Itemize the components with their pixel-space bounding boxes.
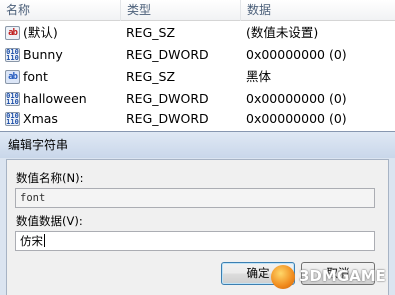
value-name-label: 数值名称(N):	[16, 171, 84, 185]
dialog-title[interactable]: 编辑字符串	[0, 132, 395, 158]
value-type: REG_SZ	[126, 25, 176, 40]
column-header-data[interactable]: 数据	[241, 0, 395, 21]
binary-value-icon: 010 110	[5, 112, 20, 126]
value-data: 黑体	[246, 69, 272, 84]
value-data: 0x00000000 (0)	[246, 47, 347, 62]
value-data-input[interactable]: 仿宋	[15, 231, 375, 251]
value-type: REG_DWORD	[126, 111, 209, 126]
list-item[interactable]: ab (默认) REG_SZ (数值未设置)	[0, 22, 395, 44]
value-name: halloween	[23, 91, 87, 106]
edit-string-dialog: 编辑字符串 数值名称(N): font 数值数据(V): 仿宋 确定 取消	[0, 131, 395, 295]
string-value-icon: ab	[5, 70, 20, 84]
list-item[interactable]: ab font REG_SZ 黑体	[0, 66, 395, 88]
list-item[interactable]: 010 110 halloween REG_DWORD 0x00000000 (0…	[0, 88, 395, 110]
value-type: REG_DWORD	[126, 91, 209, 106]
text-caret	[44, 234, 45, 247]
value-name-field[interactable]: font	[15, 188, 375, 208]
string-value-icon: ab	[5, 26, 20, 40]
value-name: (默认)	[23, 25, 58, 40]
value-data-label: 数值数据(V):	[16, 214, 83, 228]
cancel-button[interactable]: 取消	[301, 262, 375, 285]
value-data-text: 仿宋	[20, 234, 43, 248]
ok-button[interactable]: 确定	[221, 262, 295, 285]
dialog-body: 数值名称(N): font 数值数据(V): 仿宋 确定 取消	[6, 159, 389, 295]
value-type: REG_DWORD	[126, 47, 209, 62]
registry-value-list[interactable]: 名称 类型 数据 ab (默认) REG_SZ (数值未设置) 010 110 B…	[0, 0, 395, 130]
value-type: REG_SZ	[126, 69, 176, 84]
value-data: 0x00000000 (0)	[246, 91, 347, 106]
binary-value-icon: 010 110	[5, 48, 20, 62]
value-name: font	[23, 69, 48, 84]
value-name: Bunny	[23, 47, 63, 62]
column-header-name[interactable]: 名称	[0, 0, 121, 21]
column-header-type[interactable]: 类型	[121, 0, 241, 21]
value-data: (数值未设置)	[246, 25, 319, 40]
list-header: 名称 类型 数据	[0, 0, 395, 21]
list-item[interactable]: 010 110 Bunny REG_DWORD 0x00000000 (0)	[0, 44, 395, 66]
binary-value-icon: 010 110	[5, 92, 20, 106]
value-name: Xmas	[23, 111, 58, 126]
value-data: 0x00000000 (0)	[246, 111, 347, 126]
list-item[interactable]: 010 110 Xmas REG_DWORD 0x00000000 (0)	[0, 108, 395, 130]
